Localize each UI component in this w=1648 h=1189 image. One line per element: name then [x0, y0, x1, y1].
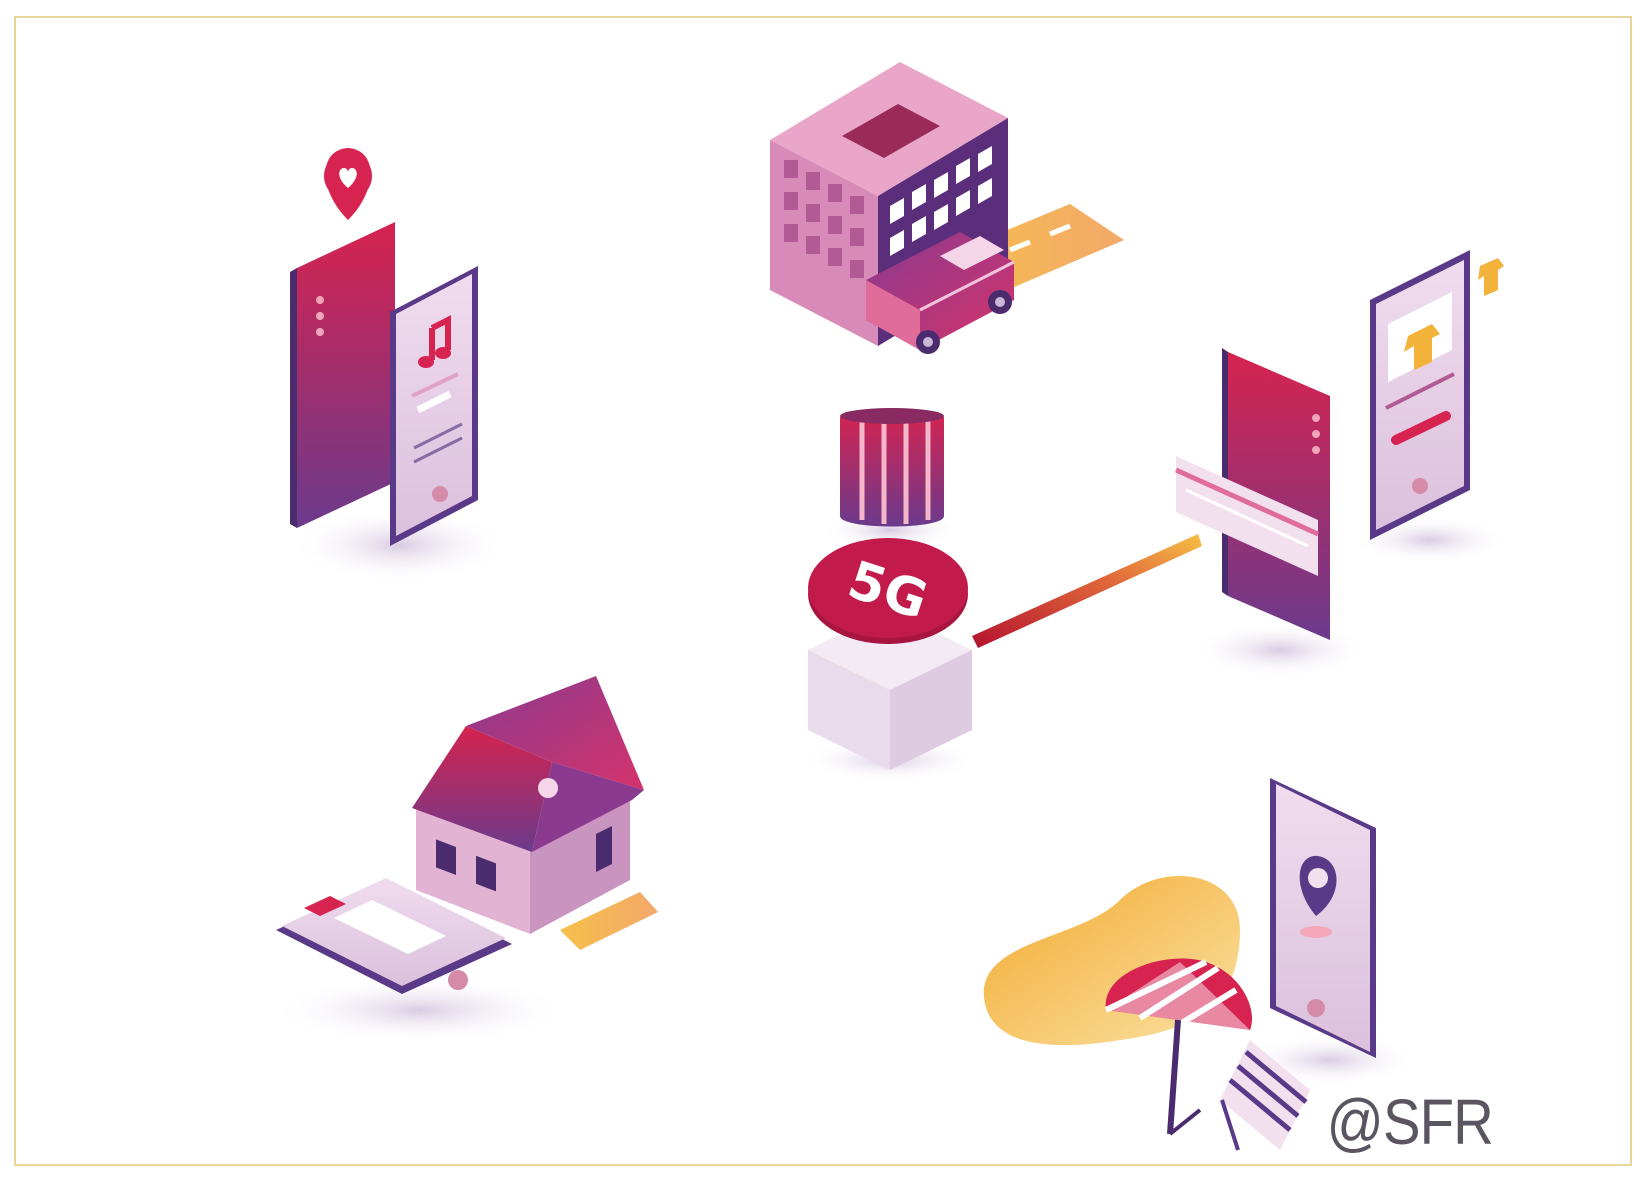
smart-home-icon [412, 676, 658, 950]
heart-location-pin-icon [324, 148, 372, 220]
music-phones-icon [290, 222, 510, 583]
payment-card-icon [1174, 348, 1370, 678]
credit-watermark: @SFR [1326, 1086, 1494, 1158]
signal-beam-icon [972, 534, 1202, 648]
5g-badge-icon: 5G [800, 538, 980, 782]
5g-illustration: 5G [270, 62, 1510, 1151]
location-phone-icon [1240, 778, 1420, 1086]
shopping-phone-icon [1350, 246, 1510, 564]
5g-antenna-icon [820, 408, 960, 550]
